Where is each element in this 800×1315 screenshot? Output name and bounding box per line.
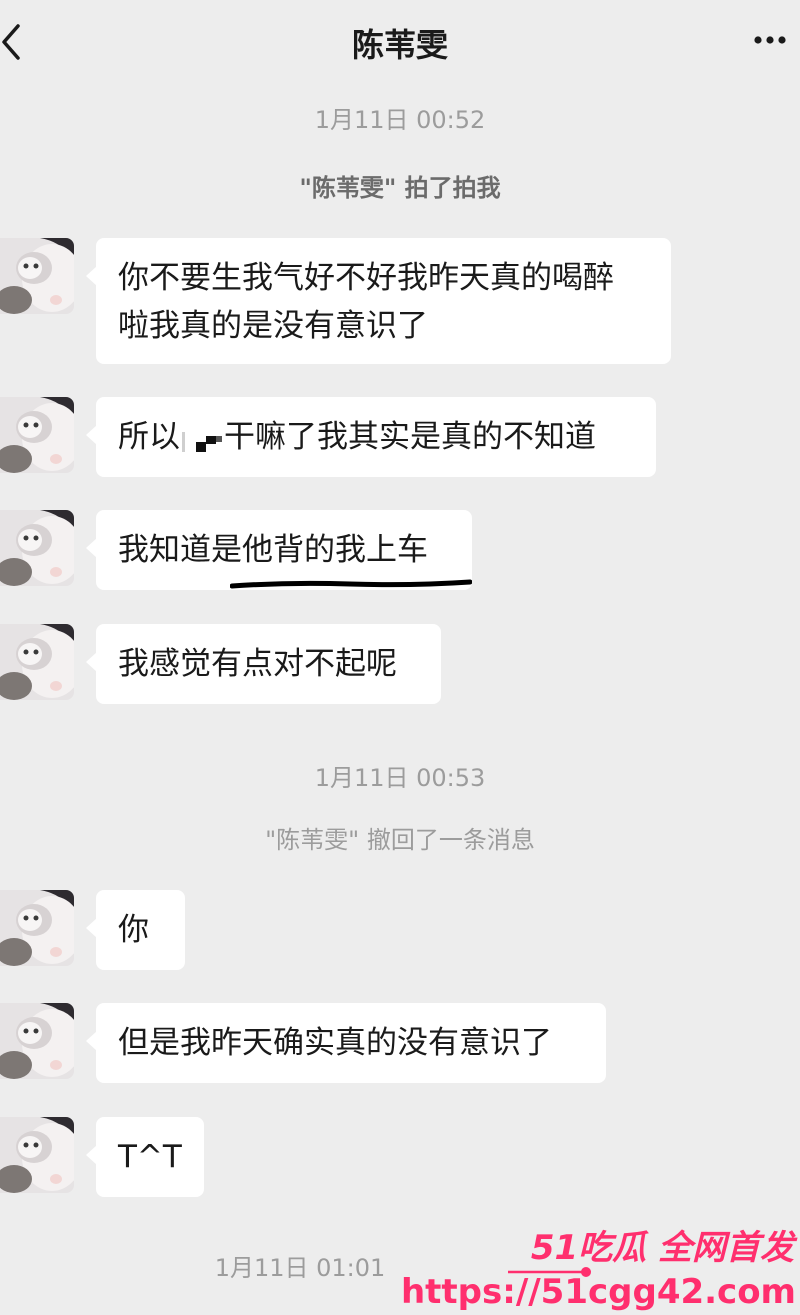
message-text: 我感觉有点对不起呢 [118,646,397,682]
message-bubble[interactable]: 但是我昨天确实真的没有意识了 [86,1003,606,1083]
avatar[interactable] [0,624,74,700]
redaction-mosaic [180,424,224,454]
cat-avatar-icon [0,510,74,586]
cat-avatar-icon [0,1003,74,1079]
timestamp: 1月11日 00:52 [314,106,486,134]
cat-avatar-icon [0,890,74,966]
avatar[interactable] [0,1003,74,1079]
message-text: T^T [118,1139,182,1175]
message-bubble[interactable]: 你不要生我气好不好我昨天真的喝醉 啦我真的是没有意识了 [86,238,671,364]
message-bubble[interactable]: 所以 干嘛了我其实是真的不知道 [86,397,656,477]
cat-avatar-icon [0,397,74,473]
pat-notice: "陈苇雯" 拍了拍我 [299,174,501,202]
cat-avatar-icon [0,1117,74,1193]
message-text: 我知道是他背的我上车 [118,532,428,568]
chat-title: 陈苇雯 [351,26,448,64]
avatar[interactable] [0,238,74,314]
cat-avatar-icon [0,624,74,700]
message-bubble[interactable]: T^T [86,1117,204,1197]
message-text: 啦我真的是没有意识了 [118,308,428,344]
avatar[interactable] [0,510,74,586]
timestamp: 1月11日 00:53 [314,764,486,792]
message-text: 所以 [118,419,180,455]
message-bubble[interactable]: 我感觉有点对不起呢 [86,624,441,704]
watermark-url: https://51cgg42.com [400,1272,796,1312]
hand-drawn-underline [230,579,472,589]
message-text: 干嘛了我其实是真的不知道 [224,419,596,455]
ellipsis-icon [754,36,786,44]
avatar[interactable] [0,397,74,473]
message-text: 但是我昨天确实真的没有意识了 [118,1025,552,1061]
message-text: 你 [118,912,149,948]
watermark: 51吃瓜 全网首发 https://51cgg42.com [401,1212,800,1315]
message-bubble[interactable]: 你 [86,890,185,970]
avatar[interactable] [0,1117,74,1193]
avatar[interactable] [0,890,74,966]
cat-avatar-icon [0,238,74,314]
message-text: 你不要生我气好不好我昨天真的喝醉 [118,260,614,296]
more-button[interactable] [750,22,790,58]
chat-header: 陈苇雯 [0,0,800,84]
recall-notice: "陈苇雯" 撤回了一条消息 [265,826,535,854]
